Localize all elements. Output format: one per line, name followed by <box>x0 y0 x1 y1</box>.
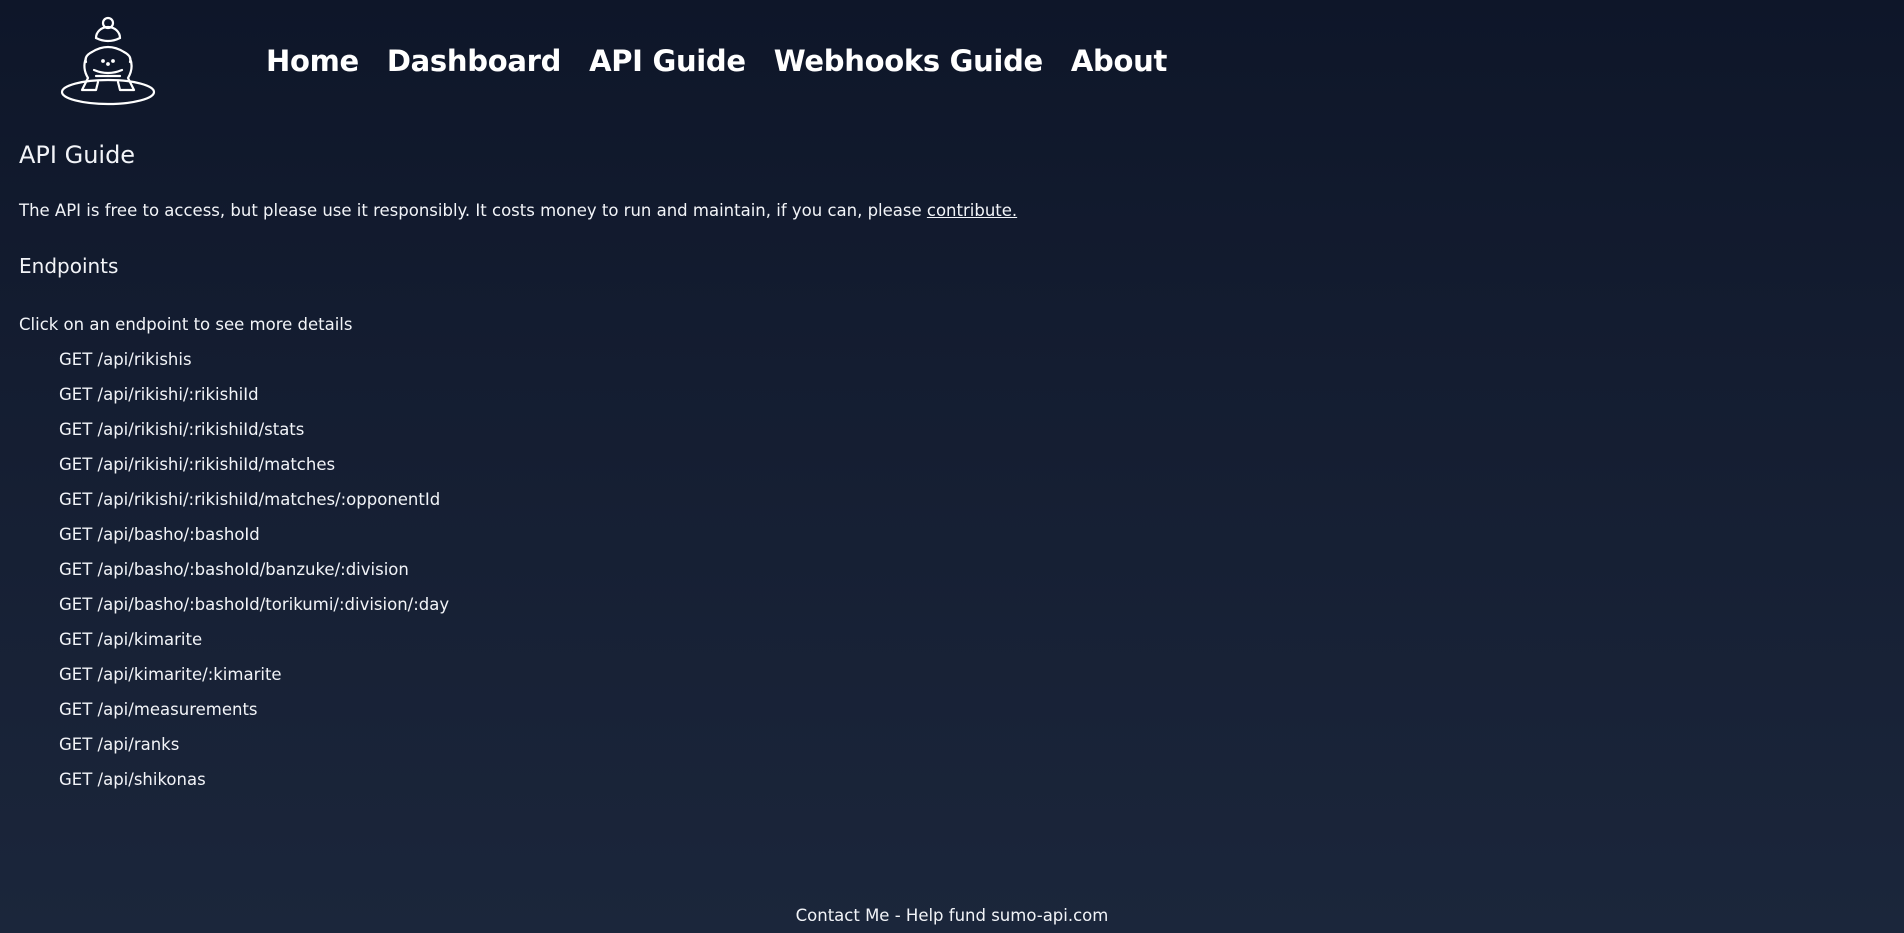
main-content: API Guide The API is free to access, but… <box>19 138 1879 804</box>
page-title: API Guide <box>19 141 136 169</box>
main-nav: Home Dashboard API Guide Webhooks Guide … <box>266 44 1167 78</box>
contribute-link[interactable]: contribute. <box>927 201 1017 220</box>
endpoint-ranks[interactable]: GET /api/ranks <box>59 734 1879 769</box>
endpoint-basho[interactable]: GET /api/basho/:bashoId <box>59 524 1879 559</box>
sumo-wrestler-icon <box>60 16 156 106</box>
endpoint-rikishi[interactable]: GET /api/rikishi/:rikishiId <box>59 384 1879 419</box>
endpoint-kimarite[interactable]: GET /api/kimarite <box>59 629 1879 664</box>
contact-link[interactable]: Contact Me <box>796 906 890 925</box>
site-footer: Contact Me - Help fund sumo-api.com <box>0 905 1904 927</box>
nav-dashboard[interactable]: Dashboard <box>387 44 561 78</box>
site-header: Home Dashboard API Guide Webhooks Guide … <box>0 0 1904 118</box>
endpoint-list: GET /api/rikishis GET /api/rikishi/:riki… <box>19 349 1879 804</box>
endpoints-hint: Click on an endpoint to see more details <box>19 315 353 334</box>
nav-api-guide[interactable]: API Guide <box>589 44 746 78</box>
endpoint-shikonas[interactable]: GET /api/shikonas <box>59 769 1879 804</box>
nav-home[interactable]: Home <box>266 44 359 78</box>
endpoint-rikishi-stats[interactable]: GET /api/rikishi/:rikishiId/stats <box>59 419 1879 454</box>
intro-text: The API is free to access, but please us… <box>19 201 927 220</box>
endpoint-rikishi-matches-opponent[interactable]: GET /api/rikishi/:rikishiId/matches/:opp… <box>59 489 1879 524</box>
endpoint-basho-torikumi[interactable]: GET /api/basho/:bashoId/torikumi/:divisi… <box>59 594 1879 629</box>
endpoint-rikishi-matches[interactable]: GET /api/rikishi/:rikishiId/matches <box>59 454 1879 489</box>
endpoint-rikishis[interactable]: GET /api/rikishis <box>59 349 1879 384</box>
intro-paragraph: The API is free to access, but please us… <box>19 200 1879 222</box>
fund-link[interactable]: Help fund sumo-api.com <box>906 906 1108 925</box>
endpoint-kimarite-detail[interactable]: GET /api/kimarite/:kimarite <box>59 664 1879 699</box>
nav-about[interactable]: About <box>1071 44 1167 78</box>
endpoints-heading: Endpoints <box>19 254 119 278</box>
endpoint-basho-banzuke[interactable]: GET /api/basho/:bashoId/banzuke/:divisio… <box>59 559 1879 594</box>
endpoint-measurements[interactable]: GET /api/measurements <box>59 699 1879 734</box>
nav-webhooks-guide[interactable]: Webhooks Guide <box>774 44 1043 78</box>
logo-link[interactable] <box>56 14 160 110</box>
footer-separator: - <box>889 906 906 925</box>
